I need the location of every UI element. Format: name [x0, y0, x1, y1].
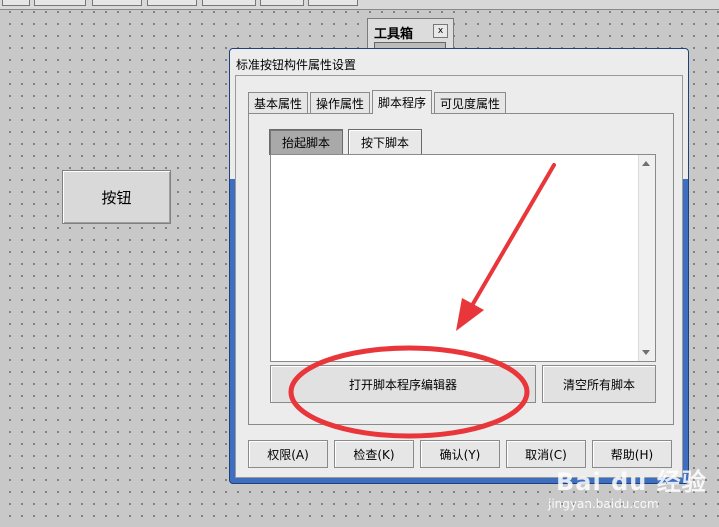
- toolbar-segment[interactable]: [260, 0, 304, 6]
- toolbar-segment[interactable]: [147, 0, 197, 6]
- top-toolbar-strip: [0, 0, 719, 10]
- watermark-url: jingyan.baidu.com: [548, 497, 659, 511]
- toolbar-segment[interactable]: [34, 0, 86, 6]
- button-label: 检查(K): [353, 447, 395, 462]
- tab-visibility-properties[interactable]: 可见度属性: [434, 92, 507, 113]
- button-label: 帮助(H): [610, 447, 654, 462]
- subtab-release-script[interactable]: 抬起脚本: [269, 129, 343, 155]
- toolbar-segment[interactable]: [308, 0, 358, 6]
- subtab-press-script[interactable]: 按下脚本: [348, 129, 422, 155]
- properties-dialog: 标准按钮构件属性设置 基本属性 操作属性 脚本程序 可见度属性 抬起脚本 按下脚…: [229, 48, 689, 484]
- button-label: 确认(Y): [439, 447, 481, 462]
- tab-label: 操作属性: [316, 96, 365, 111]
- confirm-button[interactable]: 确认(Y): [420, 440, 500, 468]
- toolbox-title: 工具箱: [374, 27, 414, 42]
- canvas-button-label: 按钮: [101, 188, 132, 207]
- dialog-body: 基本属性 操作属性 脚本程序 可见度属性 抬起脚本 按下脚本 打开脚本程序编辑器…: [235, 75, 683, 478]
- toolbar-segment[interactable]: [92, 0, 142, 6]
- editor-scrollbar[interactable]: [638, 155, 655, 361]
- tab-operation-properties[interactable]: 操作属性: [310, 92, 371, 113]
- clear-all-scripts-button[interactable]: 清空所有脚本: [542, 365, 656, 403]
- open-script-editor-button[interactable]: 打开脚本程序编辑器: [270, 365, 536, 403]
- button-label: 权限(A): [267, 447, 309, 462]
- toolbar-segment[interactable]: [2, 0, 30, 6]
- watermark-logo: Bai du 经验: [556, 468, 707, 496]
- property-tabs: 基本属性 操作属性 脚本程序 可见度属性: [248, 90, 508, 114]
- toolbox-window[interactable]: 工具箱 x: [367, 18, 454, 52]
- tab-basic-properties[interactable]: 基本属性: [248, 92, 309, 113]
- subtab-label: 抬起脚本: [281, 135, 330, 150]
- dialog-title: 标准按钮构件属性设置: [236, 58, 357, 72]
- button-label: 清空所有脚本: [562, 377, 635, 392]
- script-tab-panel: 抬起脚本 按下脚本 打开脚本程序编辑器 清空所有脚本: [248, 113, 674, 425]
- button-label: 取消(C): [525, 447, 567, 462]
- tab-label: 脚本程序: [378, 96, 427, 110]
- button-label: 打开脚本程序编辑器: [348, 377, 457, 392]
- tab-label: 基本属性: [254, 96, 303, 111]
- canvas-button[interactable]: 按钮: [62, 170, 171, 224]
- tab-label: 可见度属性: [440, 96, 501, 111]
- scroll-down-arrow-icon[interactable]: [642, 350, 650, 355]
- script-editor[interactable]: [270, 154, 656, 362]
- toolbar-segment[interactable]: [202, 0, 256, 6]
- subtab-label: 按下脚本: [360, 135, 409, 150]
- permission-button[interactable]: 权限(A): [248, 440, 328, 468]
- tab-script-program[interactable]: 脚本程序: [372, 90, 433, 114]
- close-icon[interactable]: x: [433, 24, 448, 38]
- check-button[interactable]: 检查(K): [334, 440, 414, 468]
- scroll-up-arrow-icon[interactable]: [642, 161, 650, 166]
